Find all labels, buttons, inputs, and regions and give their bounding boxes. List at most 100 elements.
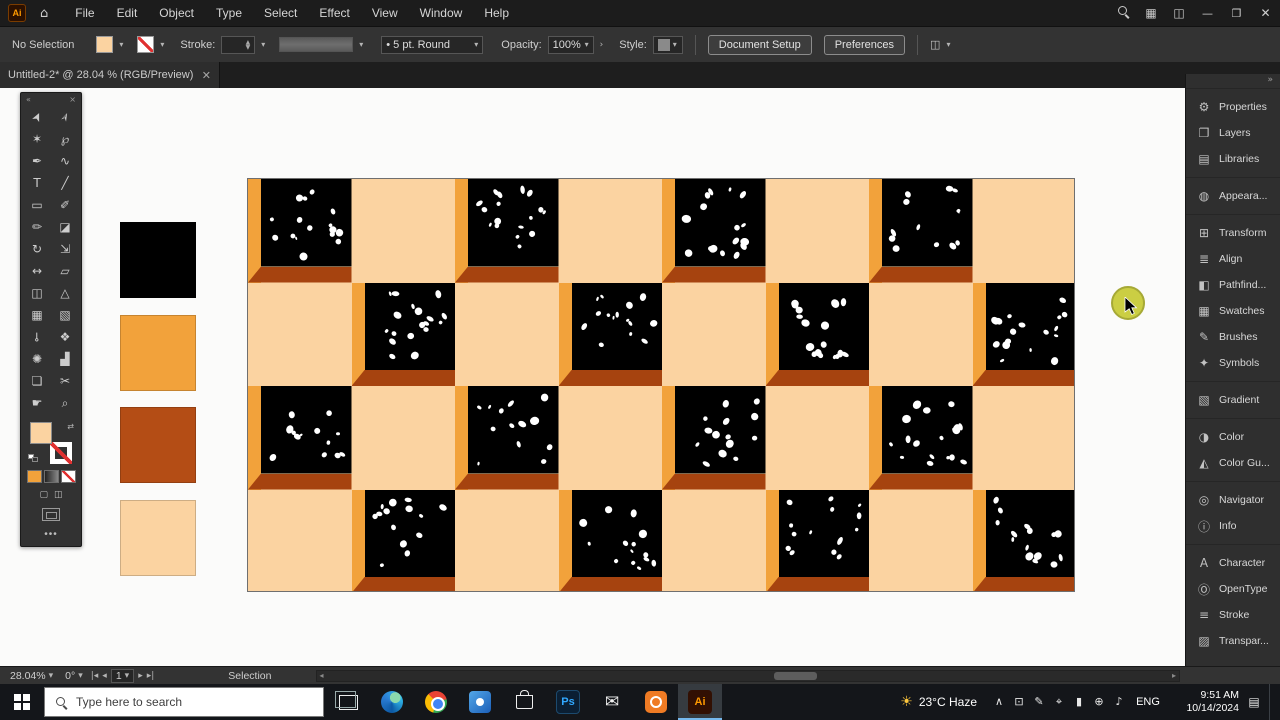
scale-tool[interactable]: ⇲ [51,238,79,260]
panel-button-pathfinder[interactable]: ◧ Pathfind... [1186,272,1280,298]
pen-icon[interactable]: ✎ [1029,695,1049,709]
shape-builder-tool[interactable]: ◫ [23,282,51,304]
artwork-swatch-black[interactable] [120,222,196,298]
pencil-tool[interactable]: ✏ [23,216,51,238]
artboard-tool[interactable]: ❏ [23,370,51,392]
direct-selection-tool[interactable]: ➢ [51,106,79,128]
hidden-icons-chevron[interactable]: ∧ [989,695,1009,709]
fill-indicator[interactable] [30,422,52,444]
last-artboard-icon[interactable]: ▸| [147,671,155,681]
panel-button-color-guide[interactable]: ◭ Color Gu... [1186,450,1280,476]
artwork-swatch-dark-orange[interactable] [120,407,196,483]
style-dropdown[interactable]: ▾ [652,35,683,54]
align-options-arrow-icon[interactable]: ▾ [946,40,950,49]
line-segment-tool[interactable]: ╱ [51,172,79,194]
menu-effect[interactable]: Effect [308,0,360,26]
preferences-button[interactable]: Preferences [823,34,906,55]
taskbar-app-mail[interactable]: ✉ [590,684,634,720]
panel-button-color[interactable]: ◑ Color [1186,424,1280,450]
gradient-tool[interactable]: ▧ [51,304,79,326]
artwork-swatch-orange[interactable] [120,315,196,391]
taskbar-app-screen-recorder[interactable] [634,684,678,720]
taskbar-app-illustrator[interactable]: Ai [678,684,722,720]
paintbrush-tool[interactable]: ✐ [51,194,79,216]
stroke-color-swatch[interactable] [137,36,155,53]
panel-button-stroke-panel[interactable]: ≡ Stroke [1186,602,1280,628]
start-button[interactable] [0,684,44,720]
panel-button-gradient[interactable]: ▧ Gradient [1186,387,1280,413]
magic-wand-tool[interactable]: ✶ [23,128,51,150]
clock[interactable]: 9:51 AM 10/14/2024 [1167,689,1239,715]
eraser-tool[interactable]: ◪ [51,216,79,238]
menu-window[interactable]: Window [409,0,474,26]
weather-widget[interactable]: ☀ 23°C Haze [900,694,977,710]
width-profile-dropdown[interactable] [279,37,354,52]
panel-button-appearance[interactable]: ◍ Appeara... [1186,183,1280,209]
artboard-number-dropdown[interactable]: 1 ▾ [110,668,135,683]
dock-collapse-icon[interactable]: » [1186,74,1280,88]
draw-normal-icon[interactable]: ▢ [39,490,48,500]
panel-button-brushes[interactable]: ✎ Brushes [1186,324,1280,350]
scroll-left-icon[interactable]: ◂ [320,671,324,680]
scrollbar-thumb[interactable] [773,671,817,680]
width-profile-arrow-icon[interactable]: ▾ [359,40,363,49]
edit-toolbar-icon[interactable]: ••• [21,529,81,540]
artwork-swatch-peach[interactable] [120,500,196,576]
language-indicator[interactable]: ENG [1131,696,1165,708]
menu-help[interactable]: Help [473,0,520,26]
workspace-switcher-icon[interactable]: ▦ [1137,6,1165,20]
network-icon[interactable]: ⊕ [1089,695,1109,709]
action-center-icon[interactable]: ▤ [1241,695,1267,709]
default-fill-stroke-icon[interactable] [28,454,38,462]
horizontal-scrollbar[interactable]: ◂ ▸ [315,669,1180,682]
brush-definition-dropdown[interactable]: • 5 pt. Round ▾ [381,35,484,54]
align-options-icon[interactable]: ◫ [930,38,940,51]
fill-color-swatch[interactable] [96,36,114,53]
taskbar-app-store[interactable] [502,684,546,720]
lasso-tool[interactable]: ℘ [51,128,79,150]
panel-button-opentype[interactable]: Ⓞ OpenType [1186,576,1280,602]
close-button[interactable]: ✕ [1251,0,1280,26]
close-panel-icon[interactable]: × [69,95,76,104]
next-artboard-icon[interactable]: ▸ [138,671,143,681]
taskbar-app-photoshop[interactable]: Ps [546,684,590,720]
color-mode-button[interactable] [26,470,42,483]
selection-tool[interactable]: ➤ [23,106,51,128]
mic-icon[interactable]: ⌖ [1049,695,1069,709]
panel-button-swatches[interactable]: ▦ Swatches [1186,298,1280,324]
battery-icon[interactable]: ▮ [1069,695,1089,709]
panel-button-align[interactable]: ≣ Align [1186,246,1280,272]
minimize-button[interactable]: — [1193,0,1222,26]
stroke-indicator[interactable] [50,442,72,464]
taskbar-app-edge[interactable] [370,684,414,720]
volume-icon[interactable]: ♪ [1109,695,1129,709]
panel-button-info[interactable]: ⓘ Info [1186,513,1280,539]
screen-mode-icon[interactable] [42,508,60,521]
menu-type[interactable]: Type [205,0,253,26]
gradient-mode-button[interactable] [43,470,59,483]
pattern-artwork[interactable] [247,178,1075,592]
panel-button-libraries[interactable]: ▤ Libraries [1186,146,1280,172]
panel-button-character[interactable]: A Character [1186,550,1280,576]
draw-behind-icon[interactable]: ◫ [54,490,63,500]
eyedropper-tool[interactable]: ⊸ [23,326,51,348]
panel-button-layers[interactable]: ❐ Layers [1186,120,1280,146]
column-graph-tool[interactable]: ▟ [51,348,79,370]
stroke-weight-dropdown-icon[interactable]: ▾ [261,40,265,49]
menu-select[interactable]: Select [253,0,308,26]
rotation-dropdown[interactable]: 0° ▾ [61,670,87,682]
prev-artboard-icon[interactable]: ◂ [102,671,107,681]
menu-object[interactable]: Object [148,0,205,26]
panel-button-properties[interactable]: ⚙ Properties [1186,94,1280,120]
hand-tool[interactable]: ☛ [23,392,51,414]
home-icon[interactable]: ⌂ [40,6,48,21]
panel-button-navigator[interactable]: ◎ Navigator [1186,487,1280,513]
menu-view[interactable]: View [361,0,409,26]
rectangle-tool[interactable]: ▭ [23,194,51,216]
zoom-level-dropdown[interactable]: 28.04% ▾ [6,670,57,682]
illustrator-app-icon[interactable]: Ai [8,4,26,22]
menu-file[interactable]: File [64,0,105,26]
panel-button-symbols[interactable]: ✦ Symbols [1186,350,1280,376]
taskbar-app-chrome[interactable] [414,684,458,720]
taskbar-app-task-view[interactable] [326,684,370,720]
